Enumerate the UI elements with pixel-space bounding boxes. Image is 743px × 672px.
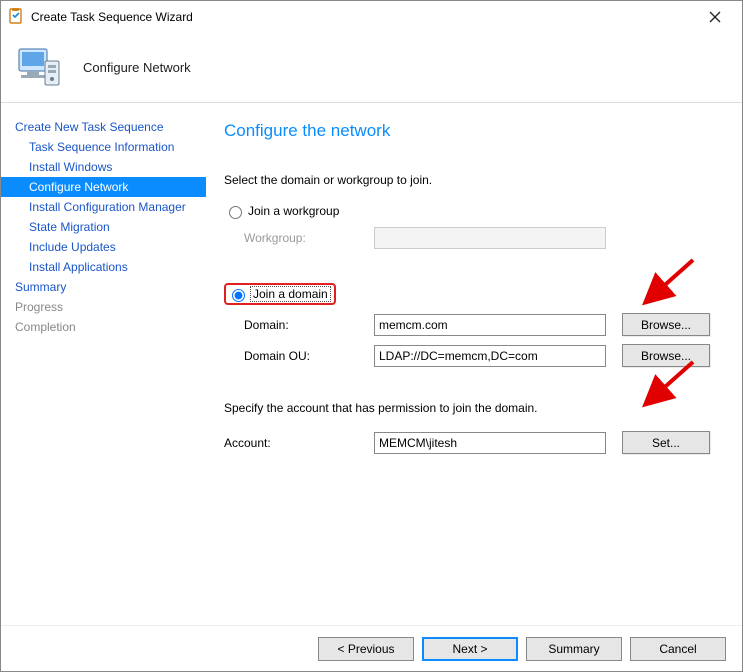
domain-ou-label: Domain OU: [244, 349, 374, 363]
radio-workgroup-label[interactable]: Join a workgroup [248, 204, 339, 218]
computer-icon [15, 43, 65, 93]
account-set-button[interactable]: Set... [622, 431, 710, 454]
radio-domain-label[interactable]: Join a domain [251, 287, 330, 301]
previous-button[interactable]: < Previous [318, 637, 414, 661]
sidebar-item-include-updates[interactable]: Include Updates [1, 237, 206, 257]
wizard-icon [7, 8, 25, 26]
page-header: Configure Network [83, 60, 191, 75]
window-title: Create Task Sequence Wizard [31, 10, 694, 24]
content-pane: Configure the network Select the domain … [206, 103, 742, 625]
workgroup-field-row: Workgroup: [224, 227, 714, 249]
account-instruction: Specify the account that has permission … [224, 401, 714, 415]
radio-domain-highlight: Join a domain [224, 283, 336, 305]
radio-workgroup-row: Join a workgroup [224, 203, 714, 219]
footer-buttons: < Previous Next > Summary Cancel [1, 625, 742, 671]
domain-ou-browse-button[interactable]: Browse... [622, 344, 710, 367]
next-button[interactable]: Next > [422, 637, 518, 661]
workgroup-label: Workgroup: [244, 231, 374, 245]
sidebar-item-install-apps[interactable]: Install Applications [1, 257, 206, 277]
account-field-row: Account: Set... [224, 431, 714, 454]
radio-workgroup[interactable] [229, 206, 242, 219]
titlebar: Create Task Sequence Wizard [1, 1, 742, 33]
sidebar-group-create[interactable]: Create New Task Sequence [1, 117, 206, 137]
radio-domain-row: Join a domain [224, 283, 714, 305]
domain-ou-input[interactable] [374, 345, 606, 367]
summary-button[interactable]: Summary [526, 637, 622, 661]
domain-input[interactable] [374, 314, 606, 336]
sidebar-item-install-cm[interactable]: Install Configuration Manager [1, 197, 206, 217]
domain-field-row: Domain: Browse... [224, 313, 714, 336]
sidebar-item-install-windows[interactable]: Install Windows [1, 157, 206, 177]
domain-browse-button[interactable]: Browse... [622, 313, 710, 336]
content-title: Configure the network [224, 121, 714, 141]
close-button[interactable] [694, 3, 736, 31]
instruction-text: Select the domain or workgroup to join. [224, 173, 714, 187]
domain-label: Domain: [244, 318, 374, 332]
sidebar-item-completion: Completion [1, 317, 206, 337]
account-label: Account: [224, 436, 374, 450]
wizard-window: Create Task Sequence Wizard Configure Ne… [0, 0, 743, 672]
sidebar-item-configure-network[interactable]: Configure Network [1, 177, 206, 197]
sidebar-item-summary[interactable]: Summary [1, 277, 206, 297]
header-band: Configure Network [1, 33, 742, 103]
sidebar: Create New Task Sequence Task Sequence I… [1, 103, 206, 625]
radio-domain[interactable] [232, 289, 245, 302]
sidebar-item-state-migration[interactable]: State Migration [1, 217, 206, 237]
account-input [374, 432, 606, 454]
sidebar-item-progress: Progress [1, 297, 206, 317]
cancel-button[interactable]: Cancel [630, 637, 726, 661]
workgroup-input [374, 227, 606, 249]
domain-ou-field-row: Domain OU: Browse... [224, 344, 714, 367]
sidebar-item-tsinfo[interactable]: Task Sequence Information [1, 137, 206, 157]
